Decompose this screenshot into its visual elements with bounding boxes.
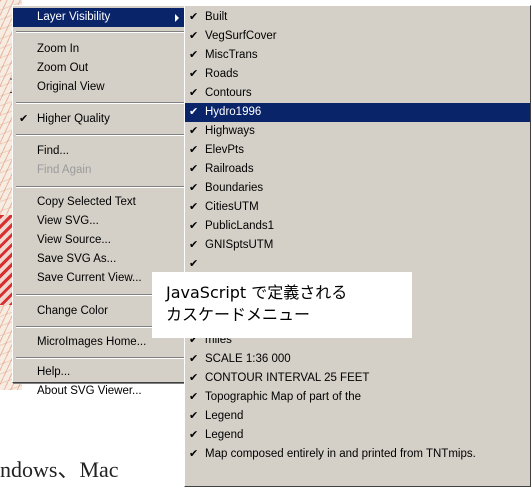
caption-line-1: JavaScript で定義される (166, 283, 348, 302)
menu-item-label: Find Again (37, 164, 92, 176)
menu-item-label: Higher Quality (37, 113, 110, 125)
layer-item-label: Roads (205, 68, 239, 80)
checkmark-icon: ✔ (189, 68, 199, 80)
checkmark-icon: ✔ (189, 391, 199, 403)
layer-item-highways[interactable]: ✔ Highways (185, 122, 530, 141)
menu-item-original-view[interactable]: Original View (13, 78, 187, 97)
layer-item-label: Railroads (205, 163, 254, 175)
layer-item-label: SCALE 1:36 000 (205, 353, 291, 365)
checkmark-icon: ✔ (189, 201, 199, 213)
checkmark-icon: ✔ (189, 11, 199, 23)
layer-item-gnisptsutm[interactable]: ✔ GNISptsUTM (185, 236, 530, 255)
layer-visibility-submenu: ✔ Built ✔ VegSurfCover ✔ MiscTrans ✔ Roads ✔ Cont… (184, 5, 531, 487)
checkmark-icon: ✔ (189, 239, 199, 251)
layer-item-contour-interval-25-feet[interactable]: ✔ CONTOUR INTERVAL 25 FEET (185, 369, 530, 388)
checkmark-icon: ✔ (189, 106, 199, 118)
menu-item-label: Save Current View... (37, 272, 142, 284)
menu-item-label: Original View (37, 81, 105, 93)
menu-item-higher-quality[interactable]: ✔ Higher Quality (13, 110, 187, 129)
menu-separator (16, 102, 184, 104)
caption-box: JavaScript で定義される カスケードメニュー (152, 272, 412, 338)
layer-item-legend[interactable]: ✔ Legend (185, 426, 530, 445)
menu-item-copy-selected-text[interactable]: Copy Selected Text (13, 193, 187, 212)
layer-item-label: Legend (205, 429, 244, 441)
layer-item-label: Hydro1996 (205, 106, 262, 118)
menu-item-view-source[interactable]: View Source... (13, 231, 187, 250)
menu-item-label: Zoom Out (37, 62, 89, 74)
layer-item-label: VegSurfCover (205, 30, 277, 42)
layer-item-label: Legend (205, 410, 244, 422)
menu-item-find[interactable]: Find... (13, 142, 187, 161)
checkmark-icon: ✔ (189, 220, 199, 232)
checkmark-icon: ✔ (19, 113, 29, 125)
submenu-arrow-icon (175, 14, 179, 22)
layer-item-publiclands1[interactable]: ✔ PublicLands1 (185, 217, 530, 236)
checkmark-icon: ✔ (189, 410, 199, 422)
layer-item-label: Boundaries (205, 182, 264, 194)
menu-item-label: Change Color (37, 305, 108, 317)
layer-item-elevpts[interactable]: ✔ ElevPts (185, 141, 530, 160)
checkmark-icon: ✔ (189, 372, 199, 384)
checkmark-icon: ✔ (189, 429, 199, 441)
layer-item-vegsurfcover[interactable]: ✔ VegSurfCover (185, 27, 530, 46)
menu-item-save-svg-as[interactable]: Save SVG As... (13, 250, 187, 269)
checkmark-icon: ✔ (189, 182, 199, 194)
checkmark-icon: ✔ (189, 30, 199, 42)
checkmark-icon: ✔ (189, 163, 199, 175)
layer-item-label: GNISptsUTM (205, 239, 274, 251)
checkmark-icon: ✔ (189, 144, 199, 156)
checkmark-icon: ✔ (189, 448, 199, 460)
layer-item-label: Map composed entirely in and printed fro… (205, 448, 476, 460)
checkmark-icon: ✔ (189, 353, 199, 365)
layer-item-topographic-map-of-part-of-the[interactable]: ✔ Topographic Map of part of the (185, 388, 530, 407)
menu-separator (16, 186, 184, 188)
layer-item-built[interactable]: ✔ Built (185, 8, 530, 27)
menu-separator (16, 134, 184, 136)
menu-separator (16, 31, 184, 33)
menu-separator (16, 357, 184, 359)
layer-item-label: Built (205, 11, 228, 23)
checkmark-icon: ✔ (189, 49, 199, 61)
layer-item-roads[interactable]: ✔ Roads (185, 65, 530, 84)
layer-item-label: CitiesUTM (205, 201, 259, 213)
menu-item-find-again: Find Again (13, 161, 187, 180)
layer-item-label: CONTOUR INTERVAL 25 FEET (205, 372, 370, 384)
caption-line-2: カスケードメニュー (166, 305, 311, 324)
layer-item-hydro1996[interactable]: ✔ Hydro1996 (185, 103, 530, 122)
layer-item-label: Topographic Map of part of the (205, 391, 361, 403)
layer-item-label: MiscTrans (205, 49, 258, 61)
menu-item-label: Find... (37, 145, 69, 157)
menu-item-zoom-out[interactable]: Zoom Out (13, 59, 187, 78)
layer-item-railroads[interactable]: ✔ Railroads (185, 160, 530, 179)
layer-item-label: PublicLands1 (205, 220, 275, 232)
menu-item-label: Help... (37, 366, 71, 378)
menu-item-help[interactable]: Help... (13, 363, 187, 382)
menu-item-label: Save SVG As... (37, 253, 117, 265)
menu-item-label: Copy Selected Text (37, 196, 136, 208)
menu-item-label: MicroImages Home... (37, 336, 147, 348)
menu-item-label: Zoom In (37, 43, 80, 55)
layer-item-label: Contours (205, 87, 252, 99)
checkmark-icon: ✔ (189, 87, 199, 99)
menu-item-about-svg-viewer[interactable]: About SVG Viewer... (13, 382, 187, 401)
menu-item-layer-visibility[interactable]: Layer Visibility (13, 8, 187, 27)
layer-item-legend[interactable]: ✔ Legend (185, 407, 530, 426)
layer-item-contours[interactable]: ✔ Contours (185, 84, 530, 103)
layer-item-citiesutm[interactable]: ✔ CitiesUTM (185, 198, 530, 217)
menu-item-label: View SVG... (37, 215, 99, 227)
menu-item-label: About SVG Viewer... (37, 385, 142, 397)
menu-item-label: View Source... (37, 234, 111, 246)
background-bottom-text: ndows、Mac (0, 457, 119, 482)
menu-item-view-svg[interactable]: View SVG... (13, 212, 187, 231)
layer-item-label: Highways (205, 125, 255, 137)
checkmark-icon: ✔ (189, 125, 199, 137)
layer-item-misctrans[interactable]: ✔ MiscTrans (185, 46, 530, 65)
layer-item-scale-1-36-000[interactable]: ✔ SCALE 1:36 000 (185, 350, 530, 369)
layer-item-map-composed-entirely-in-and-printed-fro[interactable]: ✔ Map composed entirely in and printed fr… (185, 445, 530, 464)
layer-item-boundaries[interactable]: ✔ Boundaries (185, 179, 530, 198)
menu-item-label: Layer Visibility (37, 11, 111, 23)
menu-item-zoom-in[interactable]: Zoom In (13, 40, 187, 59)
layer-item-label: ElevPts (205, 144, 244, 156)
